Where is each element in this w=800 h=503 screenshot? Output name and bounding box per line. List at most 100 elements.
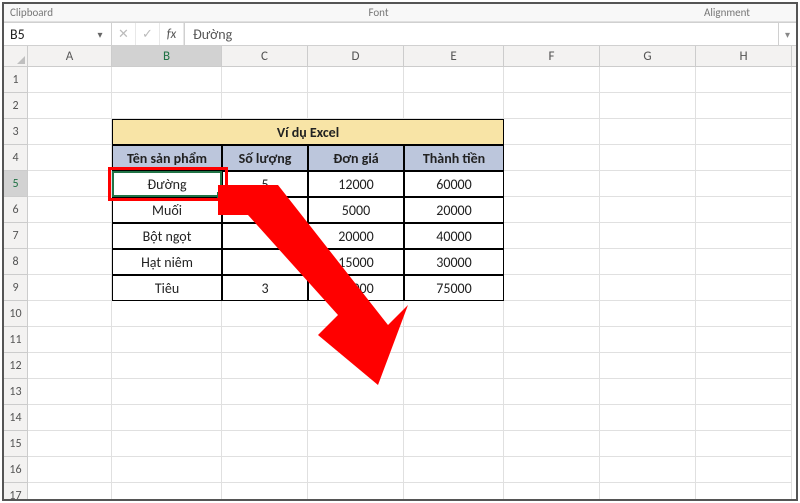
cell[interactable]	[222, 431, 308, 457]
cell[interactable]	[504, 483, 600, 499]
row-header-5[interactable]: 5	[4, 171, 27, 197]
cell[interactable]	[504, 197, 600, 223]
col-header-G[interactable]: G	[600, 46, 696, 66]
cell[interactable]	[28, 405, 112, 431]
formula-enter-button[interactable]: ✓	[136, 23, 160, 45]
table-cell[interactable]	[222, 223, 308, 249]
cell[interactable]	[504, 119, 600, 145]
row-header-12[interactable]: 12	[4, 353, 27, 379]
table-cell[interactable]: 25000	[308, 275, 404, 301]
cell[interactable]	[308, 67, 404, 93]
table-cell[interactable]: Bột ngọt	[112, 223, 222, 249]
row-header-14[interactable]: 14	[4, 405, 27, 431]
row-header-17[interactable]: 17	[4, 483, 27, 499]
table-header[interactable]: Số lượng	[222, 145, 308, 171]
cell[interactable]	[600, 197, 696, 223]
cell[interactable]	[504, 405, 600, 431]
table-cell[interactable]	[222, 249, 308, 275]
cell[interactable]	[504, 457, 600, 483]
cell[interactable]	[600, 275, 696, 301]
cell[interactable]	[28, 431, 112, 457]
cell[interactable]	[504, 327, 600, 353]
cell[interactable]	[28, 119, 112, 145]
spreadsheet-grid[interactable]: A B C D E F G H 1 2 3 4 5 6 7 8 9 10 11 …	[4, 46, 796, 499]
cell[interactable]	[28, 353, 112, 379]
cell[interactable]	[112, 301, 222, 327]
cell[interactable]	[504, 379, 600, 405]
cell[interactable]	[696, 353, 792, 379]
cell[interactable]	[222, 353, 308, 379]
cell[interactable]	[404, 483, 504, 499]
cell[interactable]	[308, 405, 404, 431]
cell[interactable]	[696, 431, 792, 457]
row-header-15[interactable]: 15	[4, 431, 27, 457]
table-header[interactable]: Đơn giá	[308, 145, 404, 171]
cell[interactable]	[404, 405, 504, 431]
cell[interactable]	[696, 327, 792, 353]
col-header-B[interactable]: B	[112, 46, 222, 66]
cell[interactable]	[696, 197, 792, 223]
cell[interactable]	[308, 353, 404, 379]
cell[interactable]	[504, 353, 600, 379]
cell[interactable]	[504, 145, 600, 171]
cell[interactable]	[28, 93, 112, 119]
cell[interactable]	[308, 93, 404, 119]
cell[interactable]	[404, 67, 504, 93]
name-box[interactable]: B5 ▾	[4, 23, 112, 45]
cell[interactable]	[600, 431, 696, 457]
cell[interactable]	[504, 431, 600, 457]
cell[interactable]	[600, 249, 696, 275]
cell[interactable]	[222, 93, 308, 119]
cell[interactable]	[600, 301, 696, 327]
cell[interactable]	[308, 379, 404, 405]
cell[interactable]	[504, 171, 600, 197]
cell[interactable]	[600, 171, 696, 197]
table-cell[interactable]: 75000	[404, 275, 504, 301]
cell[interactable]	[600, 405, 696, 431]
cell[interactable]	[504, 223, 600, 249]
cell[interactable]	[112, 483, 222, 499]
table-cell[interactable]: 15000	[308, 249, 404, 275]
cell[interactable]	[600, 223, 696, 249]
cell[interactable]	[696, 249, 792, 275]
row-header-13[interactable]: 13	[4, 379, 27, 405]
cell[interactable]	[600, 483, 696, 499]
cell[interactable]	[28, 249, 112, 275]
cell[interactable]	[696, 93, 792, 119]
cell[interactable]	[696, 483, 792, 499]
cell[interactable]	[504, 67, 600, 93]
cell[interactable]	[28, 223, 112, 249]
cell[interactable]	[222, 301, 308, 327]
row-header-4[interactable]: 4	[4, 145, 27, 171]
cell[interactable]	[696, 145, 792, 171]
cell[interactable]	[28, 379, 112, 405]
cell[interactable]	[404, 431, 504, 457]
table-cell[interactable]: Muối	[112, 197, 222, 223]
cell[interactable]	[28, 327, 112, 353]
table-cell[interactable]: 30000	[404, 249, 504, 275]
insert-function-button[interactable]: fx	[160, 23, 184, 45]
cell[interactable]	[308, 431, 404, 457]
col-header-H[interactable]: H	[696, 46, 792, 66]
cell[interactable]	[504, 93, 600, 119]
cell[interactable]	[28, 483, 112, 499]
cell[interactable]	[600, 353, 696, 379]
cell[interactable]	[28, 145, 112, 171]
cell[interactable]	[28, 67, 112, 93]
cell[interactable]	[696, 275, 792, 301]
table-header[interactable]: Tên sản phẩm	[112, 145, 222, 171]
row-header-16[interactable]: 16	[4, 457, 27, 483]
cell[interactable]	[600, 457, 696, 483]
select-all-corner[interactable]	[4, 46, 28, 67]
table-cell[interactable]: 60000	[404, 171, 504, 197]
cell[interactable]	[600, 119, 696, 145]
table-cell[interactable]: Đường	[112, 171, 222, 197]
cell[interactable]	[696, 171, 792, 197]
table-header[interactable]: Thành tiền	[404, 145, 504, 171]
cell[interactable]	[222, 483, 308, 499]
table-cell[interactable]: Tiêu	[112, 275, 222, 301]
table-cell[interactable]: Hạt niêm	[112, 249, 222, 275]
cell[interactable]	[600, 67, 696, 93]
row-header-1[interactable]: 1	[4, 67, 27, 93]
formula-bar-expand-icon[interactable]: ▾	[778, 23, 796, 45]
